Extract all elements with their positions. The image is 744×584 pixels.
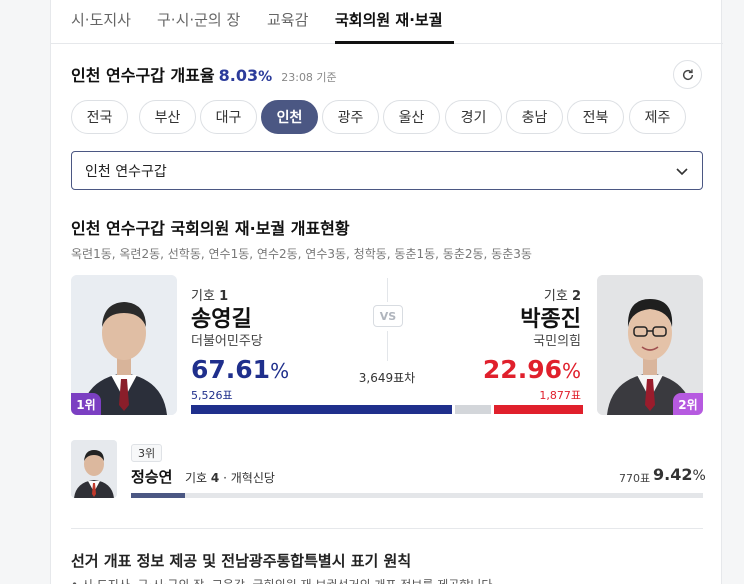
candidate3-photo xyxy=(71,440,117,498)
update-time: 23:08 기준 xyxy=(281,71,337,84)
vote-share-bar xyxy=(191,405,583,414)
vs-badge: VS xyxy=(373,305,403,327)
vs-divider-top xyxy=(387,278,388,302)
candidate1-party: 더불어민주당 xyxy=(191,334,263,349)
vote-share-candidate1 xyxy=(191,405,452,414)
candidate1-rank-badge: 1위 xyxy=(71,393,101,415)
election-type-tabs: 시·도지사 구·시·군의 장 교육감 국회의원 재·보궐 xyxy=(51,0,723,44)
candidate3-percent-unit: % xyxy=(692,468,706,484)
region-chip-jeonbuk[interactable]: 전북 xyxy=(567,100,624,134)
dong-list: 옥련1동, 옥련2동, 선학동, 연수1동, 연수2동, 연수3동, 청학동, … xyxy=(71,247,532,261)
region-chip-nationwide[interactable]: 전국 xyxy=(71,100,128,134)
candidate2-party: 국민의힘 xyxy=(533,334,581,349)
region-chip-incheon[interactable]: 인천 xyxy=(261,100,318,134)
region-chip-chungnam[interactable]: 충남 xyxy=(506,100,563,134)
district-select[interactable]: 인천 연수구갑 xyxy=(71,151,703,190)
notice-title: 선거 개표 정보 제공 및 전남광주통합특별시 표기 원칙 xyxy=(71,552,412,570)
candidate1-percent: 67.61% xyxy=(191,355,289,384)
region-chip-daegu[interactable]: 대구 xyxy=(200,100,257,134)
count-rate-header: 인천 연수구갑 개표율 8.03% 23:08 기준 xyxy=(71,62,337,86)
region-chip-jeju[interactable]: 제주 xyxy=(629,100,686,134)
candidate1-percent-unit: % xyxy=(270,359,290,383)
candidate3-portrait xyxy=(71,440,117,498)
candidate3-party: · 개혁신당 xyxy=(223,471,275,485)
candidate3-number-prefix: 기호 xyxy=(185,471,208,485)
tab-superintendent[interactable]: 교육감 xyxy=(267,9,308,30)
candidate1-percent-value: 67.61 xyxy=(191,355,271,384)
candidate3-percent: 9.42% xyxy=(653,465,706,484)
district-select-value: 인천 연수구갑 xyxy=(85,163,167,180)
count-rate-unit: % xyxy=(258,69,273,85)
candidate2-name: 박종진 xyxy=(520,307,581,332)
tab-local-head[interactable]: 구·시·군의 장 xyxy=(157,9,240,30)
region-chip-busan[interactable]: 부산 xyxy=(139,100,196,134)
candidate3-info: 기호 4 · 개혁신당 xyxy=(185,469,275,486)
region-chip-gwangju[interactable]: 광주 xyxy=(322,100,379,134)
candidate2-photo: 2위 xyxy=(597,275,703,415)
candidate3-votes: 770표 xyxy=(619,472,651,485)
region-chip-ulsan[interactable]: 울산 xyxy=(383,100,440,134)
candidate1-name: 송영길 xyxy=(191,307,252,332)
candidate3-rank-badge: 3위 xyxy=(131,444,163,462)
candidate3-share-fill xyxy=(131,493,185,498)
vote-share-others xyxy=(455,405,492,414)
candidate2-percent-value: 22.96 xyxy=(482,355,562,384)
vote-share-candidate2 xyxy=(494,405,583,414)
candidate3-percent-value: 9.42 xyxy=(653,465,693,484)
refresh-button[interactable] xyxy=(673,60,702,89)
tab-governor[interactable]: 시·도지사 xyxy=(71,9,131,30)
candidate3-number-value: 4 xyxy=(210,471,220,485)
candidate2-rank-badge: 2위 xyxy=(673,393,703,415)
vote-difference: 3,649표차 xyxy=(358,371,416,385)
count-rate-title: 인천 연수구갑 개표율 xyxy=(71,66,215,85)
candidate1-votes: 5,526표 xyxy=(191,389,233,402)
candidate2-percent: 22.96% xyxy=(483,355,581,384)
vs-divider-bottom xyxy=(387,331,388,361)
tab-by-election[interactable]: 국회의원 재·보궐 xyxy=(335,9,443,30)
notice-text: • 시·도지사, 구·시·군의 장, 교육감, 국회의원 재·보궐선거의 개표 … xyxy=(71,576,496,584)
section-title: 인천 연수구갑 국회의원 재·보궐 개표현황 xyxy=(71,219,350,238)
election-card: 시·도지사 구·시·군의 장 교육감 국회의원 재·보궐 인천 연수구갑 개표율… xyxy=(50,0,723,584)
count-rate-value: 8.03 xyxy=(218,66,259,85)
candidate3-share-bar xyxy=(131,493,703,498)
candidate2-votes: 1,877표 xyxy=(539,389,581,402)
chevron-down-icon xyxy=(676,168,688,176)
active-tab-indicator xyxy=(335,41,454,44)
candidate1-photo: 1위 xyxy=(71,275,177,415)
refresh-icon xyxy=(682,68,693,80)
section-divider xyxy=(71,528,703,529)
candidate3-name: 정승연 xyxy=(131,468,173,486)
region-chip-gyeonggi[interactable]: 경기 xyxy=(445,100,502,134)
candidate2-percent-unit: % xyxy=(561,359,581,383)
